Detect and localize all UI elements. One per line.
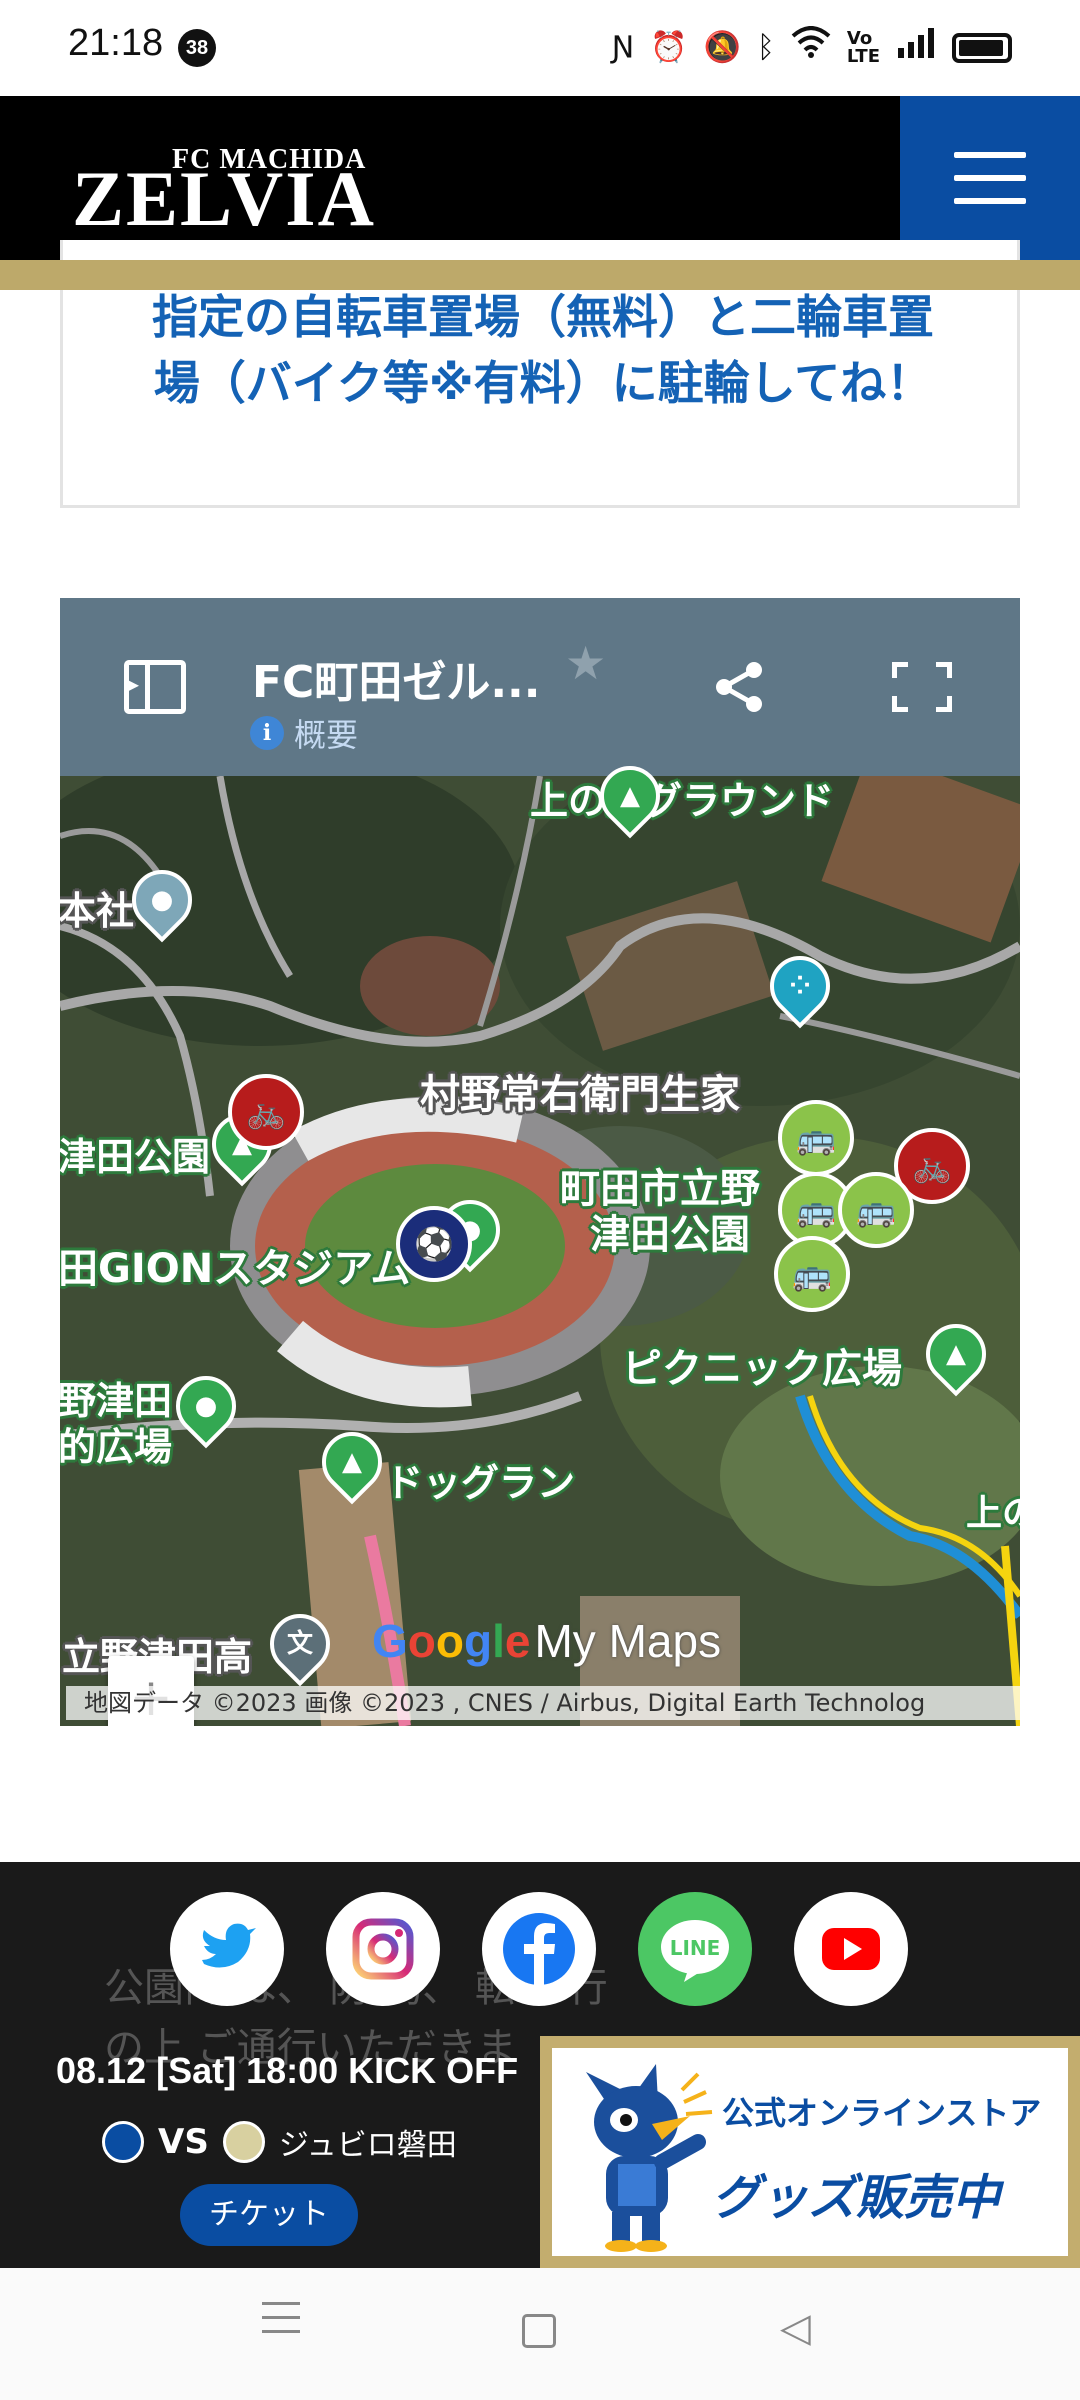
volte-icon: Vo LTE [846,27,880,67]
svg-text:LINE: LINE [670,1936,721,1960]
map-attribution[interactable]: 地図データ ©2023 画像 ©2023 , CNES / Airbus, Di… [66,1686,1020,1720]
line-icon: LINE [661,1920,729,1982]
next-match-info: 08.12 [Sat] 18:00 KICK OFF VS ジュビロ磐田 チケッ… [56,2050,519,2246]
bicycle-parking-icon[interactable]: 🚲 [228,1074,304,1150]
instagram-icon [352,1918,414,1980]
zelvia-badge-icon [102,2121,144,2163]
store-subtitle: グッズ販売中 [712,2170,1001,2226]
map-info-label: 概要 [294,716,359,754]
menu-lines-icon [262,2302,300,2305]
notice-line-2: 場（バイク等※有料）に駐輪してね！ [153,356,933,410]
store-title: 公式オンラインストア [722,2094,1042,2132]
notice-line-1: 指定の自転車置場（無料）と二輪車置 [152,290,934,344]
soccer-stadium-icon[interactable]: ⚽ [396,1206,472,1282]
alarm-icon: ⏰ [650,29,688,65]
status-icons: Ɲ ⏰ 🔕 ᛒ Vo LTE [612,26,1012,69]
status-bar: 21:18 38 Ɲ ⏰ 🔕 ᛒ Vo LTE [0,0,1080,96]
star-icon[interactable]: ★ [565,636,606,690]
site-header: FC MACHIDA ZELVIA [0,96,1080,260]
hamburger-menu-button[interactable] [900,96,1080,260]
map-label-picnic: ピクニック広場 [622,1346,902,1392]
map-header: FC町田ゼル... ★ i 概要 [60,598,1020,776]
menu-line [262,2330,300,2333]
map-title[interactable]: FC町田ゼル... [252,646,541,710]
map-label-park: 津田公園 [60,1135,211,1179]
map-info-link[interactable]: i 概要 [250,710,358,756]
embedded-map[interactable]: FC町田ゼル... ★ i 概要 [60,598,1020,1726]
youtube-icon [822,1928,880,1970]
bus-stop-icon[interactable]: 🚌 [838,1172,914,1248]
jubilo-badge-icon [222,2121,265,2163]
hamburger-line [954,175,1026,181]
recent-apps-button[interactable] [262,2302,300,2344]
social-links: LINE [170,1892,908,2006]
bluetooth-icon: ᛒ [756,29,775,65]
map-label-house: 村野常右衛門生家 [420,1072,740,1118]
signal-icon [896,26,936,69]
opponent-name: ジュビロ磐田 [278,2128,457,2163]
store-banner-inner: 公式オンラインストア グッズ販売中 [552,2048,1068,2256]
google-mymaps-logo: GoogleMy Maps [372,1615,722,1667]
online-store-banner[interactable]: 公式オンラインストア グッズ販売中 [540,2036,1080,2268]
menu-line [262,2316,300,2319]
header-accent-bar [0,260,1080,290]
line-link[interactable]: LINE [638,1892,752,2006]
home-button[interactable] [522,2314,556,2348]
map-legend-toggle-icon[interactable] [124,660,186,714]
status-time: 21:18 [68,22,164,64]
hamburger-menu-icon [954,152,1026,158]
system-navigation-bar: ◁ [0,2268,1080,2400]
battery-icon [952,32,1012,63]
mascot-illustration [586,2064,713,2252]
info-icon: i [250,716,284,750]
match-date: 08.12 [Sat] 18:00 KICK OFF [56,2050,519,2091]
fullscreen-icon[interactable] [892,662,952,712]
logo-title: ZELVIA [72,155,376,242]
nfc-icon: Ɲ [611,29,635,65]
share-icon[interactable] [712,660,766,718]
twitter-icon [202,1923,256,1968]
notice-text: 指定の自転車置場（無料）と二輪車置 場（バイク等※有料）に駐輪してね！ [63,284,1023,416]
ticket-button[interactable]: チケット [180,2184,358,2246]
match-teams: VS ジュビロ磐田 [102,2120,457,2164]
youtube-link[interactable] [794,1892,908,2006]
vs-label: VS [158,2122,209,2162]
map-label-dogrun: ドッグラン [385,1461,576,1505]
back-button[interactable]: ◁ [780,2308,811,2348]
map-label-shrine: 本社 [60,889,135,933]
map-label-plaza-2: 的広場 [60,1425,173,1469]
notification-count-badge: 38 [178,29,216,67]
bus-stop-icon[interactable]: 🚌 [774,1236,850,1312]
bus-stop-icon[interactable]: 🚌 [778,1100,854,1176]
wifi-icon [791,26,831,69]
map-label-upper: 上の [966,1493,1020,1534]
hamburger-line [954,198,1026,204]
mute-icon: 🔕 [703,29,741,65]
map-label-stadium: 田GIONスタジアム [60,1246,411,1292]
map-label-ground: 上の丄グラウンド [530,779,835,823]
instagram-link[interactable] [326,1892,440,2006]
map-canvas[interactable]: 上の丄グラウンド 本社 村野常右衛門生家 津田公園 町田市立野 津田公園 田GI… [60,753,1020,1726]
map-label-machida-park-2: 津田公園 [590,1212,750,1258]
facebook-icon [503,1913,575,1985]
twitter-link[interactable] [170,1892,284,2006]
facebook-link[interactable] [482,1892,596,2006]
